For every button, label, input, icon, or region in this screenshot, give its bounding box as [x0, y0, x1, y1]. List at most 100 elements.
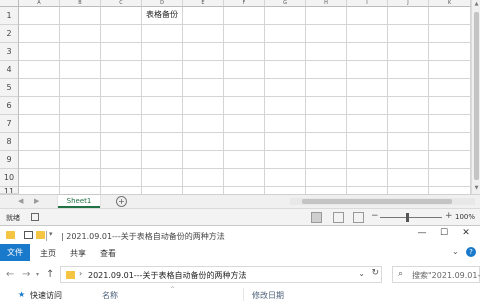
grid-line — [141, 7, 142, 194]
column-header-j[interactable]: J — [388, 0, 429, 7]
recent-dropdown-icon[interactable]: ▾ — [36, 271, 39, 278]
new-folder-icon[interactable] — [36, 231, 45, 239]
grid-line — [346, 7, 347, 194]
sheet-tab-sheet1[interactable]: Sheet1 — [58, 195, 100, 208]
column-header-c[interactable]: C — [101, 0, 142, 7]
grid-line — [19, 186, 471, 187]
tab-view[interactable]: 查看 — [100, 248, 116, 259]
row-header-1[interactable]: 1 — [0, 7, 19, 25]
star-icon: ★ — [18, 290, 26, 299]
page-layout-view-icon[interactable] — [333, 212, 344, 223]
forward-arrow-icon[interactable]: → — [22, 269, 30, 280]
back-arrow-icon[interactable]: ← — [6, 269, 14, 280]
vertical-scrollbar[interactable]: ▲ ▼ — [471, 0, 480, 194]
zoom-slider[interactable] — [380, 217, 442, 218]
row-header-5[interactable]: 5 — [0, 79, 19, 97]
column-header-f[interactable]: F — [224, 0, 265, 7]
scroll-thumb[interactable] — [474, 12, 479, 180]
column-header-a[interactable]: A — [19, 0, 60, 7]
column-header-i[interactable]: I — [347, 0, 388, 7]
chevron-right-icon[interactable]: › — [79, 269, 82, 278]
column-header-d[interactable]: D — [142, 0, 183, 7]
sort-ascending-icon: ^ — [170, 286, 176, 293]
column-header-date-modified[interactable]: 修改日期 — [252, 290, 284, 301]
column-header-k[interactable]: K — [429, 0, 471, 7]
up-arrow-icon[interactable]: ↑ — [46, 269, 54, 280]
checkmark-icon[interactable] — [24, 231, 33, 239]
zoom-out-button[interactable]: − — [371, 211, 379, 221]
horizontal-scrollbar[interactable] — [290, 198, 475, 205]
help-icon[interactable]: ? — [466, 247, 476, 257]
ribbon-tabs: 文件 主页 共享 查看 ⌄ ? — [0, 244, 480, 261]
grid-line — [59, 7, 60, 194]
maximize-button[interactable]: ☐ — [434, 228, 454, 238]
qat-dropdown-icon[interactable]: ▾ — [49, 230, 53, 238]
normal-view-icon[interactable] — [311, 212, 322, 223]
chevron-down-icon[interactable]: ⌄ — [452, 247, 459, 256]
tab-file[interactable]: 文件 — [0, 244, 30, 261]
row-header-11[interactable]: 11 — [0, 187, 19, 194]
status-ready: 就绪 — [6, 214, 20, 222]
zoom-in-button[interactable]: + — [445, 211, 453, 221]
search-placeholder: 搜索"2021.09.01--- — [412, 271, 480, 280]
grid-line — [19, 42, 471, 43]
folder-icon — [6, 231, 15, 239]
address-row: ← → ▾ ↑ › 2021.09.01---关于表格自动备份的两种方法 ⌄ ↻… — [0, 263, 480, 287]
add-sheet-button[interactable]: + — [116, 196, 127, 207]
column-header-h[interactable]: H — [306, 0, 347, 7]
title-bar: ▾ | 2021.09.01---关于表格自动备份的两种方法 — ☐ ✕ — [0, 226, 480, 244]
grid-line — [100, 7, 101, 194]
row-header-3[interactable]: 3 — [0, 43, 19, 61]
address-bar[interactable]: › 2021.09.01---关于表格自动备份的两种方法 ⌄ ↻ — [60, 266, 382, 283]
cell-grid[interactable]: 表格备份 — [19, 7, 471, 194]
grid-line — [428, 7, 429, 194]
window-title: | 2021.09.01---关于表格自动备份的两种方法 — [61, 232, 225, 241]
file-list-header: ★ 快速访问 名称 ^ 修改日期 — [0, 286, 480, 301]
row-header-4[interactable]: 4 — [0, 61, 19, 79]
tab-share[interactable]: 共享 — [70, 248, 86, 259]
hscroll-thumb[interactable] — [302, 199, 452, 204]
macro-record-icon[interactable] — [31, 213, 39, 221]
status-bar: 就绪 − + 100% — [0, 208, 480, 225]
grid-line — [19, 114, 471, 115]
scroll-down-icon[interactable]: ▼ — [473, 185, 480, 192]
address-dropdown-icon[interactable]: ⌄ — [358, 269, 365, 278]
cell-d1-text[interactable]: 表格备份 — [146, 9, 178, 20]
row-header-8[interactable]: 8 — [0, 133, 19, 151]
minimize-button[interactable]: — — [412, 228, 432, 238]
address-path[interactable]: 2021.09.01---关于表格自动备份的两种方法 — [88, 270, 246, 281]
grid-line — [305, 7, 306, 194]
row-header-2[interactable]: 2 — [0, 25, 19, 43]
grid-line — [19, 132, 471, 133]
excel-window: A B C D E F G H I J K 1 2 3 4 5 6 7 8 9 … — [0, 0, 480, 225]
search-icon: ⌕ — [398, 269, 404, 279]
grid-line — [264, 7, 265, 194]
prev-sheet-icon[interactable]: ◀ — [18, 197, 23, 205]
sidebar-item-quick-access[interactable]: ★ 快速访问 — [0, 288, 70, 301]
column-header-e[interactable]: E — [183, 0, 224, 7]
refresh-icon[interactable]: ↻ — [371, 268, 379, 278]
row-header-10[interactable]: 10 — [0, 169, 19, 187]
grid-line — [19, 60, 471, 61]
search-input[interactable]: ⌕ 搜索"2021.09.01--- — [392, 266, 480, 283]
column-divider[interactable] — [243, 288, 244, 301]
next-sheet-icon[interactable]: ▶ — [34, 197, 39, 205]
column-header-g[interactable]: G — [265, 0, 306, 7]
page-break-view-icon[interactable] — [353, 212, 364, 223]
select-all-corner[interactable] — [0, 0, 19, 7]
row-header-6[interactable]: 6 — [0, 97, 19, 115]
row-header-9[interactable]: 9 — [0, 151, 19, 169]
scroll-up-icon[interactable]: ▲ — [473, 1, 480, 8]
column-header-b[interactable]: B — [60, 0, 101, 7]
row-header-7[interactable]: 7 — [0, 115, 19, 133]
close-button[interactable]: ✕ — [456, 228, 476, 238]
grid-line — [19, 96, 471, 97]
grid-line — [387, 7, 388, 194]
zoom-slider-handle[interactable] — [406, 213, 409, 222]
zoom-level[interactable]: 100% — [455, 213, 475, 221]
grid-line — [19, 150, 471, 151]
tab-home[interactable]: 主页 — [40, 248, 56, 259]
divider — [46, 231, 47, 241]
grid-line — [19, 24, 471, 25]
column-header-name[interactable]: 名称 — [102, 290, 118, 301]
